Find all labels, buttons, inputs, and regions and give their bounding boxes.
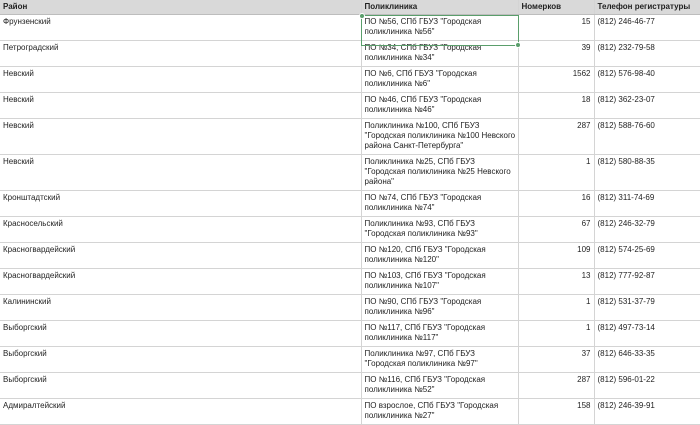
table-row: Невский ПО №6, СПб ГБУЗ "Городская поликл…	[0, 66, 700, 93]
cell-district[interactable]: Красногвардейский	[0, 242, 362, 269]
cell-phone[interactable]: (812) 531-37-79	[594, 294, 700, 321]
cell-numbers[interactable]: 13	[518, 268, 595, 295]
cell-district[interactable]: Невский	[0, 66, 362, 93]
table-row: Адмиралтейский ПО взрослое, СПб ГБУЗ "Гор…	[0, 398, 700, 425]
cell-numbers[interactable]: 15	[518, 14, 595, 41]
cell-clinic[interactable]: Поликлиника №93, СПб ГБУЗ "Городская пол…	[361, 216, 519, 243]
cell-phone[interactable]: (812) 246-46-77	[594, 14, 700, 41]
table-row: Красногвардейский ПО №120, СПб ГБУЗ "Горо…	[0, 242, 700, 269]
table-row: Выборгский Поликлиника №97, СПб ГБУЗ "Гор…	[0, 346, 700, 373]
spreadsheet: Район Поликлиника Номерков Телефон регис…	[0, 0, 700, 425]
cell-clinic[interactable]: ПО №103, СПб ГБУЗ "Городская поликлиника…	[361, 268, 519, 295]
cell-district[interactable]: Невский	[0, 92, 362, 119]
cell-clinic[interactable]: Поликлиника №100, СПб ГБУЗ "Городская по…	[361, 118, 519, 155]
table-row: Невский Поликлиника №25, СПб ГБУЗ "Городс…	[0, 154, 700, 191]
cell-clinic[interactable]: ПО №117, СПб ГБУЗ "Городская поликлиника…	[361, 320, 519, 347]
table-row: Красносельский Поликлиника №93, СПб ГБУЗ …	[0, 216, 700, 243]
cell-clinic[interactable]: Поликлиника №97, СПб ГБУЗ "Городская пол…	[361, 346, 519, 373]
clinics-table: Район Поликлиника Номерков Телефон регис…	[0, 0, 700, 425]
column-header-clinic[interactable]: Поликлиника	[361, 0, 519, 15]
cell-district[interactable]: Невский	[0, 118, 362, 155]
cell-phone[interactable]: (812) 596-01-22	[594, 372, 700, 399]
cell-numbers[interactable]: 39	[518, 40, 595, 67]
cell-phone[interactable]: (812) 576-98-40	[594, 66, 700, 93]
table-row: Калининский ПО №90, СПб ГБУЗ "Городская п…	[0, 294, 700, 321]
cell-phone[interactable]: (812) 497-73-14	[594, 320, 700, 347]
cell-numbers[interactable]: 37	[518, 346, 595, 373]
cell-numbers[interactable]: 1	[518, 320, 595, 347]
cell-phone[interactable]: (812) 246-39-91	[594, 398, 700, 425]
cell-clinic[interactable]: ПО №90, СПб ГБУЗ "Городская поликлиника …	[361, 294, 519, 321]
cell-numbers[interactable]: 287	[518, 372, 595, 399]
table-row: Красногвардейский ПО №103, СПб ГБУЗ "Горо…	[0, 268, 700, 295]
cell-district[interactable]: Адмиралтейский	[0, 398, 362, 425]
table-row: Выборгский ПО №116, СПб ГБУЗ "Городская п…	[0, 372, 700, 399]
table-row: Кронштадтский ПО №74, СПб ГБУЗ "Городская…	[0, 190, 700, 217]
cell-phone[interactable]: (812) 246-32-79	[594, 216, 700, 243]
cell-numbers[interactable]: 18	[518, 92, 595, 119]
cell-clinic[interactable]: ПО №34, СПб ГБУЗ "Городская поликлиника …	[361, 40, 519, 67]
cell-phone[interactable]: (812) 777-92-87	[594, 268, 700, 295]
cell-district[interactable]: Петроградский	[0, 40, 362, 67]
cell-phone[interactable]: (812) 362-23-07	[594, 92, 700, 119]
cell-phone[interactable]: (812) 580-88-35	[594, 154, 700, 191]
cell-clinic[interactable]: ПО №6, СПб ГБУЗ "Городская поликлиника №…	[361, 66, 519, 93]
table-row: Невский Поликлиника №100, СПб ГБУЗ "Город…	[0, 118, 700, 155]
cell-numbers[interactable]: 1	[518, 294, 595, 321]
selection-handle[interactable]	[359, 13, 365, 19]
cell-district[interactable]: Фрунзенский	[0, 14, 362, 41]
cell-clinic[interactable]: ПО №116, СПб ГБУЗ "Городская поликлиника…	[361, 372, 519, 399]
cell-phone[interactable]: (812) 574-25-69	[594, 242, 700, 269]
cell-numbers[interactable]: 287	[518, 118, 595, 155]
cell-district[interactable]: Невский	[0, 154, 362, 191]
cell-numbers[interactable]: 16	[518, 190, 595, 217]
cell-numbers[interactable]: 67	[518, 216, 595, 243]
column-header-phone[interactable]: Телефон регистратуры	[594, 0, 700, 15]
cell-numbers[interactable]: 1562	[518, 66, 595, 93]
cell-clinic[interactable]: ПО №46, СПб ГБУЗ "Городская поликлиника …	[361, 92, 519, 119]
cell-phone[interactable]: (812) 646-33-35	[594, 346, 700, 373]
cell-district[interactable]: Выборгский	[0, 320, 362, 347]
cell-clinic[interactable]: ПО №56, СПб ГБУЗ "Городская поликлиника …	[361, 14, 519, 41]
cell-district[interactable]: Выборгский	[0, 346, 362, 373]
cell-numbers[interactable]: 1	[518, 154, 595, 191]
cell-phone[interactable]: (812) 311-74-69	[594, 190, 700, 217]
cell-numbers[interactable]: 158	[518, 398, 595, 425]
cell-numbers[interactable]: 109	[518, 242, 595, 269]
cell-district[interactable]: Кронштадтский	[0, 190, 362, 217]
table-row: Невский ПО №46, СПб ГБУЗ "Городская полик…	[0, 92, 700, 119]
selection-fill-handle[interactable]	[515, 42, 521, 48]
header-row: Район Поликлиника Номерков Телефон регис…	[0, 0, 700, 15]
table-row: Выборгский ПО №117, СПб ГБУЗ "Городская п…	[0, 320, 700, 347]
cell-phone[interactable]: (812) 588-76-60	[594, 118, 700, 155]
cell-clinic[interactable]: ПО №120, СПб ГБУЗ "Городская поликлиника…	[361, 242, 519, 269]
cell-clinic[interactable]: ПО №74, СПб ГБУЗ "Городская поликлиника …	[361, 190, 519, 217]
cell-district[interactable]: Калининский	[0, 294, 362, 321]
cell-clinic[interactable]: ПО взрослое, СПб ГБУЗ "Городская поликли…	[361, 398, 519, 425]
column-header-district[interactable]: Район	[0, 0, 362, 15]
cell-district[interactable]: Красногвардейский	[0, 268, 362, 295]
cell-clinic[interactable]: Поликлиника №25, СПб ГБУЗ "Городская пол…	[361, 154, 519, 191]
cell-district[interactable]: Красносельский	[0, 216, 362, 243]
table-row: Фрунзенский ПО №56, СПб ГБУЗ "Городская п…	[0, 14, 700, 41]
cell-phone[interactable]: (812) 232-79-58	[594, 40, 700, 67]
column-header-numbers[interactable]: Номерков	[518, 0, 595, 15]
table-row: Петроградский ПО №34, СПб ГБУЗ "Городская…	[0, 40, 700, 67]
cell-district[interactable]: Выборгский	[0, 372, 362, 399]
